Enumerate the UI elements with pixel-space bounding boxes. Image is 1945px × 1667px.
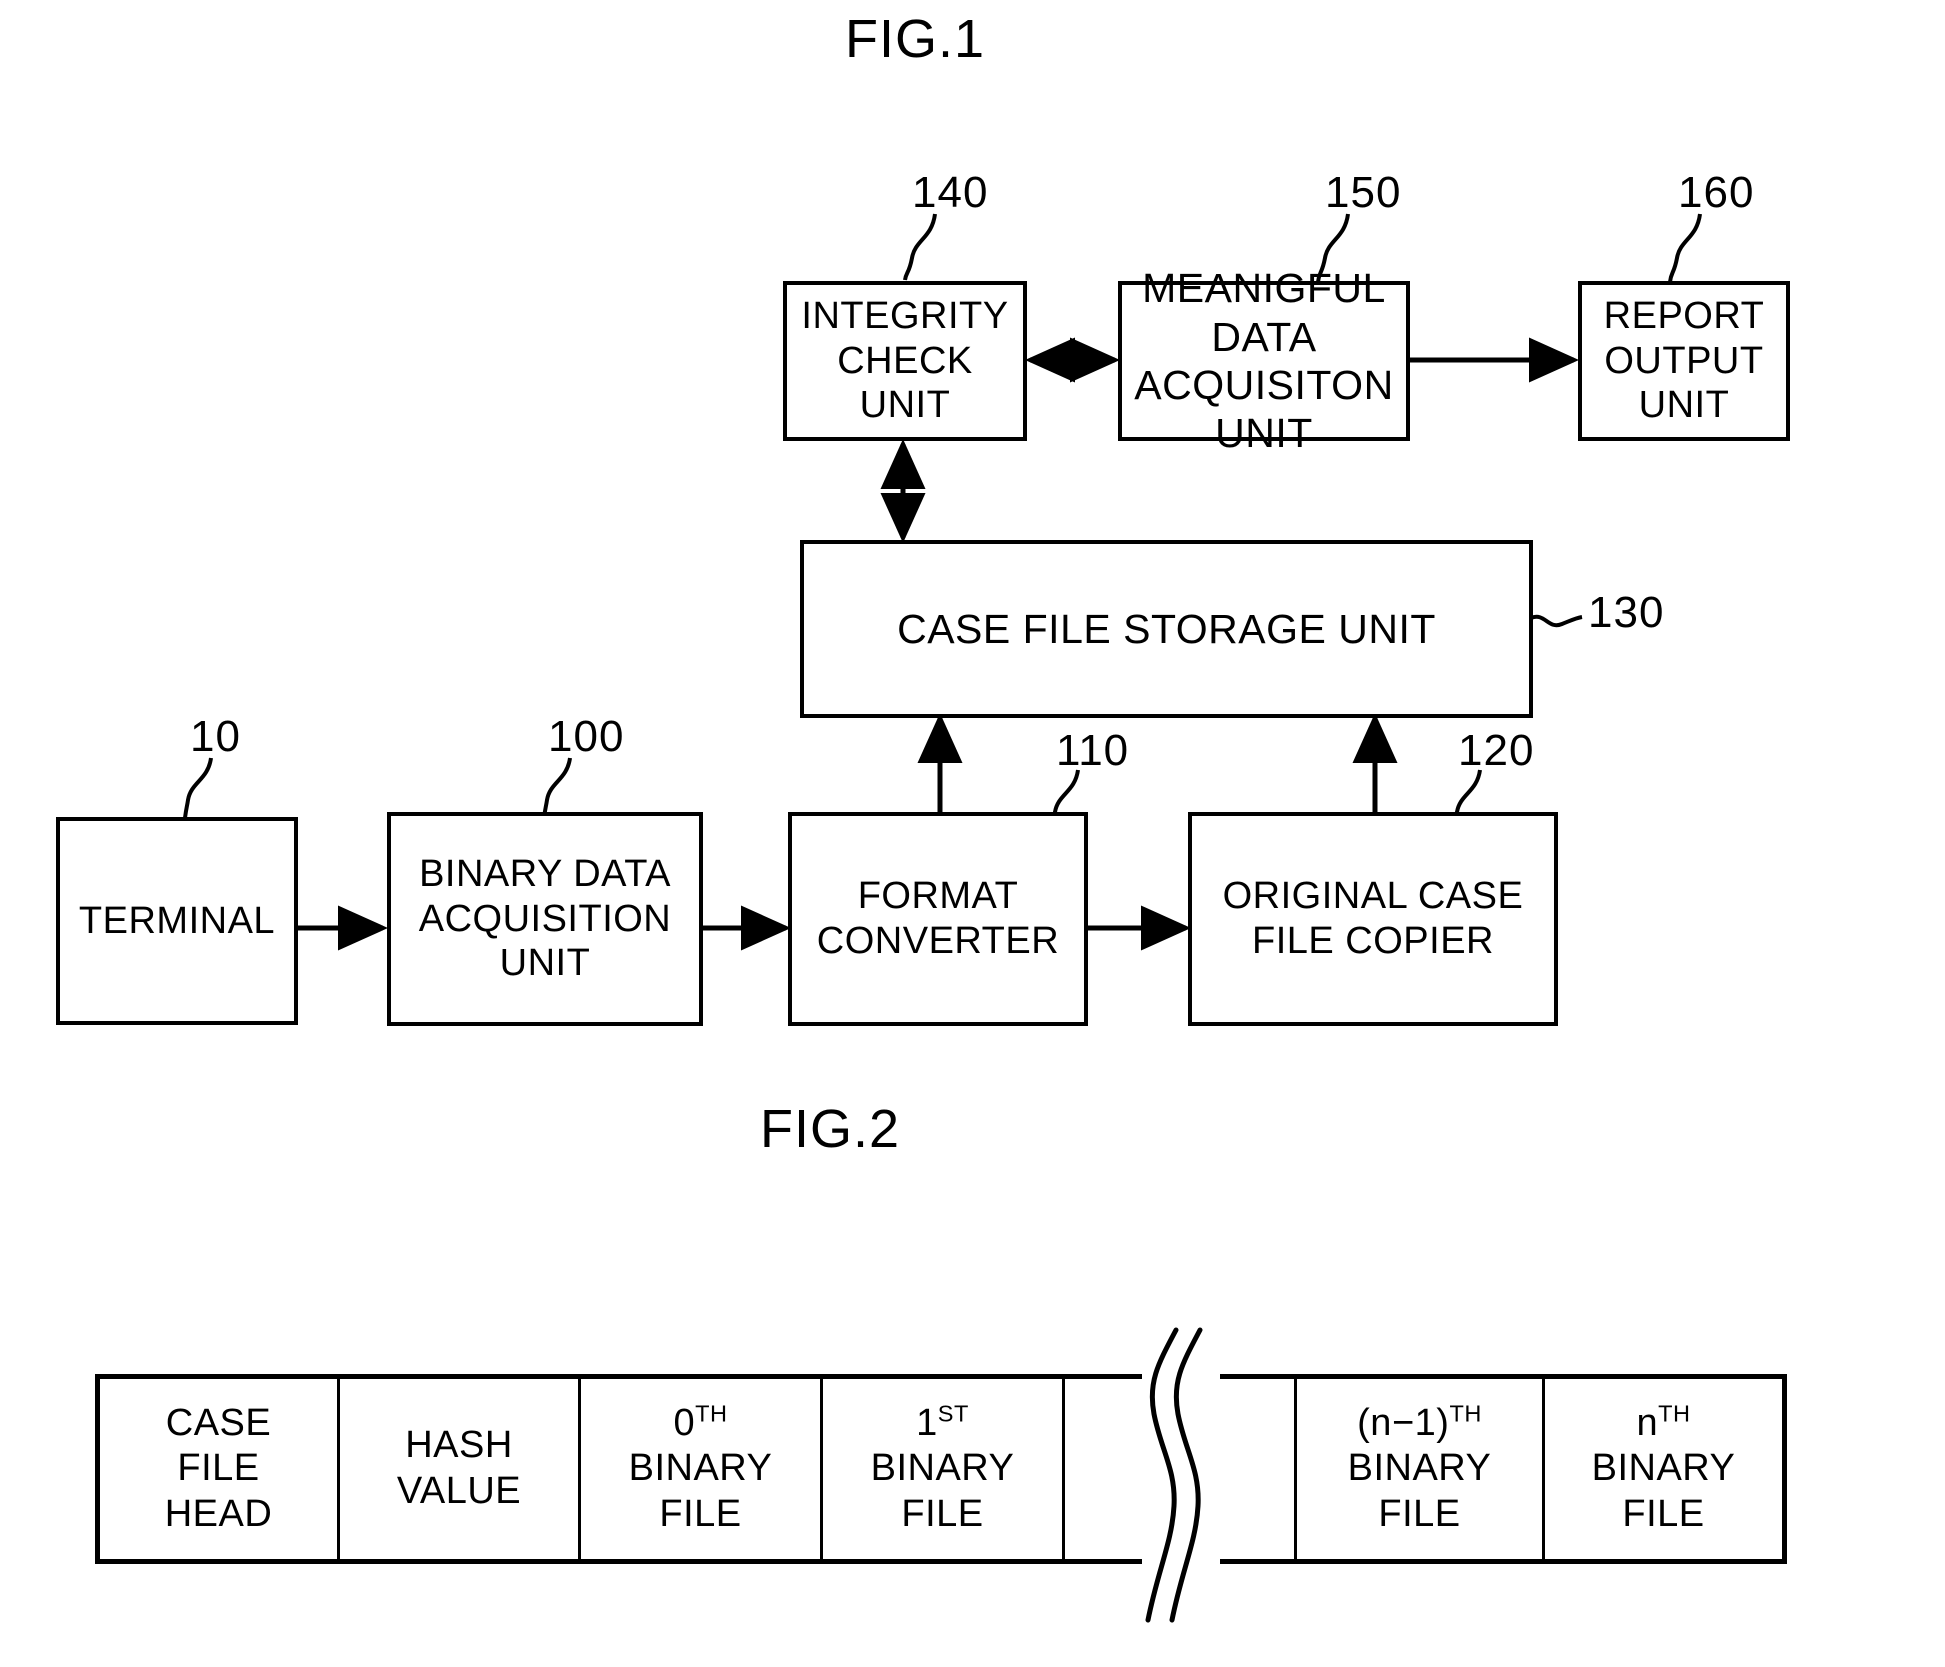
table-cell-case-file-head: CASE FILE HEAD — [100, 1379, 340, 1559]
binary-file-0-main: BINARY FILE — [628, 1447, 773, 1535]
table-cell-case-file-head-label: CASE FILE HEAD — [164, 1401, 273, 1535]
block-original-case-file-copier[interactable]: ORIGINAL CASE FILE COPIER — [1188, 812, 1558, 1026]
block-integrity-check-unit-label: INTEGRITY CHECK UNIT — [801, 294, 1009, 427]
table-cell-ellipsis — [1065, 1379, 1297, 1559]
block-terminal-label: TERMINAL — [78, 899, 276, 942]
block-report-output-unit[interactable]: REPORT OUTPUT UNIT — [1578, 281, 1790, 441]
table-cell-binary-file-n: nTH BINARY FILE — [1545, 1379, 1782, 1559]
table-cell-binary-file-n-label: nTH BINARY FILE — [1592, 1401, 1736, 1538]
binary-file-1-main: BINARY FILE — [870, 1447, 1015, 1535]
leader-130 — [1530, 614, 1583, 628]
table-cell-binary-file-n-minus-1-label: (n−1)TH BINARY FILE — [1348, 1401, 1492, 1538]
ordinal-1: 1 — [916, 1401, 938, 1444]
block-format-converter-label: FORMAT CONVERTER — [816, 875, 1060, 962]
ref-num-10: 10 — [190, 712, 241, 761]
figure-2-title: FIG.2 — [760, 1099, 901, 1159]
ordinal-n: n — [1636, 1401, 1659, 1444]
case-file-structure-table: CASE FILE HEAD HASH VALUE 0TH BINARY FILE… — [95, 1374, 1787, 1564]
binary-file-n-minus-1-main: BINARY FILE — [1347, 1447, 1492, 1535]
block-terminal[interactable]: TERMINAL — [56, 817, 298, 1025]
table-cell-binary-file-1-label: 1ST BINARY FILE — [871, 1401, 1015, 1538]
table-cell-binary-file-1: 1ST BINARY FILE — [823, 1379, 1065, 1559]
ordinal-n-minus-1: (n−1) — [1357, 1401, 1450, 1444]
ref-num-100: 100 — [548, 712, 625, 761]
table-cell-hash-value: HASH VALUE — [340, 1379, 581, 1559]
ordinal-0: 0 — [673, 1401, 696, 1444]
ordinal-1-suffix: ST — [937, 1399, 969, 1426]
block-case-file-storage-unit[interactable]: CASE FILE STORAGE UNIT — [800, 540, 1533, 718]
ref-num-160: 160 — [1678, 168, 1755, 217]
patent-figure-page: FIG.1 140 150 160 130 10 100 110 120 INT… — [0, 0, 1945, 1667]
block-binary-data-acquisition-unit-label: BINARY DATA ACQUISITION UNIT — [418, 852, 672, 985]
ref-num-120: 120 — [1458, 726, 1535, 775]
block-meaningful-data-acquisition-unit-label: MEANIGFUL DATA ACQUISITON UNIT — [1134, 265, 1394, 457]
block-format-converter[interactable]: FORMAT CONVERTER — [788, 812, 1088, 1026]
table-cell-hash-value-label: HASH VALUE — [396, 1424, 522, 1512]
ref-num-130: 130 — [1588, 588, 1665, 637]
ordinal-n-suffix: TH — [1658, 1399, 1691, 1426]
block-meaningful-data-acquisition-unit[interactable]: MEANIGFUL DATA ACQUISITON UNIT — [1118, 265, 1410, 456]
binary-file-n-main: BINARY FILE — [1591, 1447, 1736, 1535]
table-cell-binary-file-n-minus-1: (n−1)TH BINARY FILE — [1297, 1379, 1545, 1559]
block-original-case-file-copier-label: ORIGINAL CASE FILE COPIER — [1222, 875, 1524, 962]
block-report-output-unit-label: REPORT OUTPUT UNIT — [1603, 294, 1765, 427]
leader-140 — [903, 213, 937, 281]
ref-num-110: 110 — [1056, 726, 1130, 775]
table-cell-binary-file-0: 0TH BINARY FILE — [581, 1379, 823, 1559]
ref-num-140: 140 — [912, 168, 989, 217]
ordinal-0-suffix: TH — [695, 1399, 728, 1426]
block-binary-data-acquisition-unit[interactable]: BINARY DATA ACQUISITION UNIT — [387, 812, 703, 1026]
leader-160 — [1668, 213, 1702, 283]
block-integrity-check-unit[interactable]: INTEGRITY CHECK UNIT — [783, 281, 1027, 441]
ref-num-150: 150 — [1325, 168, 1402, 217]
ordinal-n-minus-1-suffix: TH — [1449, 1399, 1482, 1426]
block-case-file-storage-unit-label: CASE FILE STORAGE UNIT — [897, 605, 1436, 652]
table-cell-binary-file-0-label: 0TH BINARY FILE — [629, 1401, 773, 1538]
